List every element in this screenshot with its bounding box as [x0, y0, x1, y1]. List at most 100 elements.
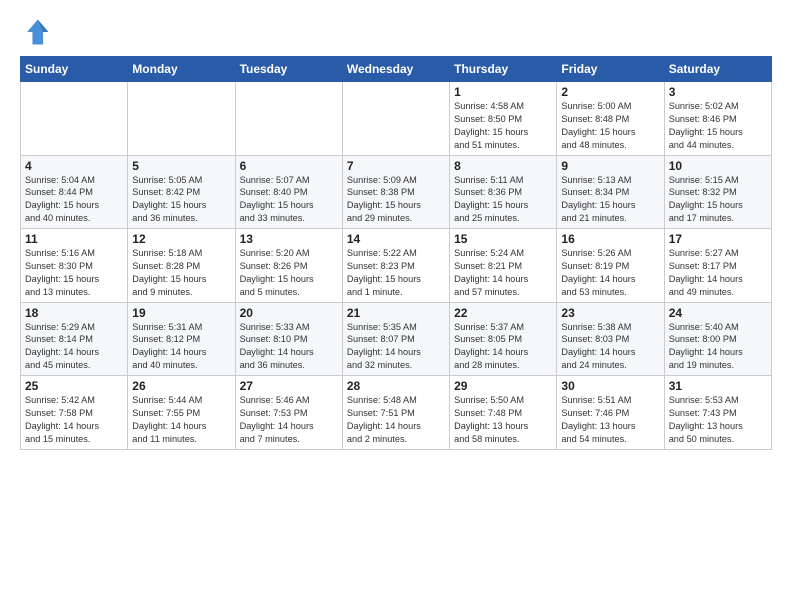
day-number: 24 — [669, 306, 767, 320]
day-info: Sunrise: 5:38 AM Sunset: 8:03 PM Dayligh… — [561, 321, 659, 373]
day-number: 31 — [669, 379, 767, 393]
day-number: 29 — [454, 379, 552, 393]
calendar-cell: 7Sunrise: 5:09 AM Sunset: 8:38 PM Daylig… — [342, 155, 449, 229]
day-info: Sunrise: 5:44 AM Sunset: 7:55 PM Dayligh… — [132, 394, 230, 446]
day-info: Sunrise: 5:33 AM Sunset: 8:10 PM Dayligh… — [240, 321, 338, 373]
day-info: Sunrise: 5:11 AM Sunset: 8:36 PM Dayligh… — [454, 174, 552, 226]
calendar-cell: 1Sunrise: 4:58 AM Sunset: 8:50 PM Daylig… — [450, 82, 557, 156]
day-info: Sunrise: 4:58 AM Sunset: 8:50 PM Dayligh… — [454, 100, 552, 152]
calendar-week-row: 25Sunrise: 5:42 AM Sunset: 7:58 PM Dayli… — [21, 376, 772, 450]
day-info: Sunrise: 5:48 AM Sunset: 7:51 PM Dayligh… — [347, 394, 445, 446]
day-info: Sunrise: 5:42 AM Sunset: 7:58 PM Dayligh… — [25, 394, 123, 446]
day-number: 13 — [240, 232, 338, 246]
day-info: Sunrise: 5:15 AM Sunset: 8:32 PM Dayligh… — [669, 174, 767, 226]
day-number: 6 — [240, 159, 338, 173]
day-number: 20 — [240, 306, 338, 320]
calendar-cell — [235, 82, 342, 156]
calendar-cell: 31Sunrise: 5:53 AM Sunset: 7:43 PM Dayli… — [664, 376, 771, 450]
calendar-cell — [342, 82, 449, 156]
day-number: 5 — [132, 159, 230, 173]
calendar-cell: 22Sunrise: 5:37 AM Sunset: 8:05 PM Dayli… — [450, 302, 557, 376]
calendar-week-row: 4Sunrise: 5:04 AM Sunset: 8:44 PM Daylig… — [21, 155, 772, 229]
day-info: Sunrise: 5:16 AM Sunset: 8:30 PM Dayligh… — [25, 247, 123, 299]
calendar-cell: 26Sunrise: 5:44 AM Sunset: 7:55 PM Dayli… — [128, 376, 235, 450]
day-number: 28 — [347, 379, 445, 393]
calendar-cell: 13Sunrise: 5:20 AM Sunset: 8:26 PM Dayli… — [235, 229, 342, 303]
day-number: 22 — [454, 306, 552, 320]
day-info: Sunrise: 5:51 AM Sunset: 7:46 PM Dayligh… — [561, 394, 659, 446]
calendar-cell: 5Sunrise: 5:05 AM Sunset: 8:42 PM Daylig… — [128, 155, 235, 229]
day-number: 21 — [347, 306, 445, 320]
weekday-header: Friday — [557, 57, 664, 82]
calendar-cell: 19Sunrise: 5:31 AM Sunset: 8:12 PM Dayli… — [128, 302, 235, 376]
day-info: Sunrise: 5:27 AM Sunset: 8:17 PM Dayligh… — [669, 247, 767, 299]
calendar-cell: 16Sunrise: 5:26 AM Sunset: 8:19 PM Dayli… — [557, 229, 664, 303]
day-number: 11 — [25, 232, 123, 246]
calendar-cell: 25Sunrise: 5:42 AM Sunset: 7:58 PM Dayli… — [21, 376, 128, 450]
day-info: Sunrise: 5:02 AM Sunset: 8:46 PM Dayligh… — [669, 100, 767, 152]
day-number: 17 — [669, 232, 767, 246]
day-info: Sunrise: 5:26 AM Sunset: 8:19 PM Dayligh… — [561, 247, 659, 299]
calendar-week-row: 1Sunrise: 4:58 AM Sunset: 8:50 PM Daylig… — [21, 82, 772, 156]
day-number: 19 — [132, 306, 230, 320]
weekday-header: Thursday — [450, 57, 557, 82]
page: SundayMondayTuesdayWednesdayThursdayFrid… — [0, 0, 792, 612]
day-number: 30 — [561, 379, 659, 393]
day-number: 10 — [669, 159, 767, 173]
logo-icon — [20, 16, 52, 48]
day-info: Sunrise: 5:07 AM Sunset: 8:40 PM Dayligh… — [240, 174, 338, 226]
day-info: Sunrise: 5:00 AM Sunset: 8:48 PM Dayligh… — [561, 100, 659, 152]
day-number: 27 — [240, 379, 338, 393]
day-info: Sunrise: 5:35 AM Sunset: 8:07 PM Dayligh… — [347, 321, 445, 373]
day-info: Sunrise: 5:13 AM Sunset: 8:34 PM Dayligh… — [561, 174, 659, 226]
logo — [20, 16, 56, 48]
calendar-cell — [21, 82, 128, 156]
calendar-cell: 17Sunrise: 5:27 AM Sunset: 8:17 PM Dayli… — [664, 229, 771, 303]
calendar-cell: 29Sunrise: 5:50 AM Sunset: 7:48 PM Dayli… — [450, 376, 557, 450]
day-info: Sunrise: 5:37 AM Sunset: 8:05 PM Dayligh… — [454, 321, 552, 373]
day-info: Sunrise: 5:24 AM Sunset: 8:21 PM Dayligh… — [454, 247, 552, 299]
calendar-cell: 8Sunrise: 5:11 AM Sunset: 8:36 PM Daylig… — [450, 155, 557, 229]
day-number: 14 — [347, 232, 445, 246]
day-number: 23 — [561, 306, 659, 320]
calendar-cell: 28Sunrise: 5:48 AM Sunset: 7:51 PM Dayli… — [342, 376, 449, 450]
day-info: Sunrise: 5:29 AM Sunset: 8:14 PM Dayligh… — [25, 321, 123, 373]
day-number: 4 — [25, 159, 123, 173]
day-number: 1 — [454, 85, 552, 99]
weekday-header: Wednesday — [342, 57, 449, 82]
calendar-cell: 9Sunrise: 5:13 AM Sunset: 8:34 PM Daylig… — [557, 155, 664, 229]
calendar: SundayMondayTuesdayWednesdayThursdayFrid… — [20, 56, 772, 450]
day-number: 3 — [669, 85, 767, 99]
day-number: 16 — [561, 232, 659, 246]
day-number: 15 — [454, 232, 552, 246]
calendar-cell: 12Sunrise: 5:18 AM Sunset: 8:28 PM Dayli… — [128, 229, 235, 303]
day-number: 26 — [132, 379, 230, 393]
calendar-cell: 30Sunrise: 5:51 AM Sunset: 7:46 PM Dayli… — [557, 376, 664, 450]
calendar-cell: 27Sunrise: 5:46 AM Sunset: 7:53 PM Dayli… — [235, 376, 342, 450]
day-info: Sunrise: 5:18 AM Sunset: 8:28 PM Dayligh… — [132, 247, 230, 299]
calendar-cell: 21Sunrise: 5:35 AM Sunset: 8:07 PM Dayli… — [342, 302, 449, 376]
calendar-cell: 23Sunrise: 5:38 AM Sunset: 8:03 PM Dayli… — [557, 302, 664, 376]
day-info: Sunrise: 5:04 AM Sunset: 8:44 PM Dayligh… — [25, 174, 123, 226]
weekday-header: Sunday — [21, 57, 128, 82]
calendar-cell: 4Sunrise: 5:04 AM Sunset: 8:44 PM Daylig… — [21, 155, 128, 229]
calendar-cell: 6Sunrise: 5:07 AM Sunset: 8:40 PM Daylig… — [235, 155, 342, 229]
day-info: Sunrise: 5:20 AM Sunset: 8:26 PM Dayligh… — [240, 247, 338, 299]
day-info: Sunrise: 5:09 AM Sunset: 8:38 PM Dayligh… — [347, 174, 445, 226]
day-info: Sunrise: 5:50 AM Sunset: 7:48 PM Dayligh… — [454, 394, 552, 446]
calendar-cell: 24Sunrise: 5:40 AM Sunset: 8:00 PM Dayli… — [664, 302, 771, 376]
calendar-cell: 18Sunrise: 5:29 AM Sunset: 8:14 PM Dayli… — [21, 302, 128, 376]
calendar-cell: 10Sunrise: 5:15 AM Sunset: 8:32 PM Dayli… — [664, 155, 771, 229]
day-info: Sunrise: 5:31 AM Sunset: 8:12 PM Dayligh… — [132, 321, 230, 373]
calendar-header-row: SundayMondayTuesdayWednesdayThursdayFrid… — [21, 57, 772, 82]
weekday-header: Monday — [128, 57, 235, 82]
calendar-week-row: 18Sunrise: 5:29 AM Sunset: 8:14 PM Dayli… — [21, 302, 772, 376]
weekday-header: Saturday — [664, 57, 771, 82]
day-info: Sunrise: 5:46 AM Sunset: 7:53 PM Dayligh… — [240, 394, 338, 446]
calendar-cell: 11Sunrise: 5:16 AM Sunset: 8:30 PM Dayli… — [21, 229, 128, 303]
day-number: 8 — [454, 159, 552, 173]
day-number: 12 — [132, 232, 230, 246]
weekday-header: Tuesday — [235, 57, 342, 82]
day-number: 2 — [561, 85, 659, 99]
day-info: Sunrise: 5:22 AM Sunset: 8:23 PM Dayligh… — [347, 247, 445, 299]
